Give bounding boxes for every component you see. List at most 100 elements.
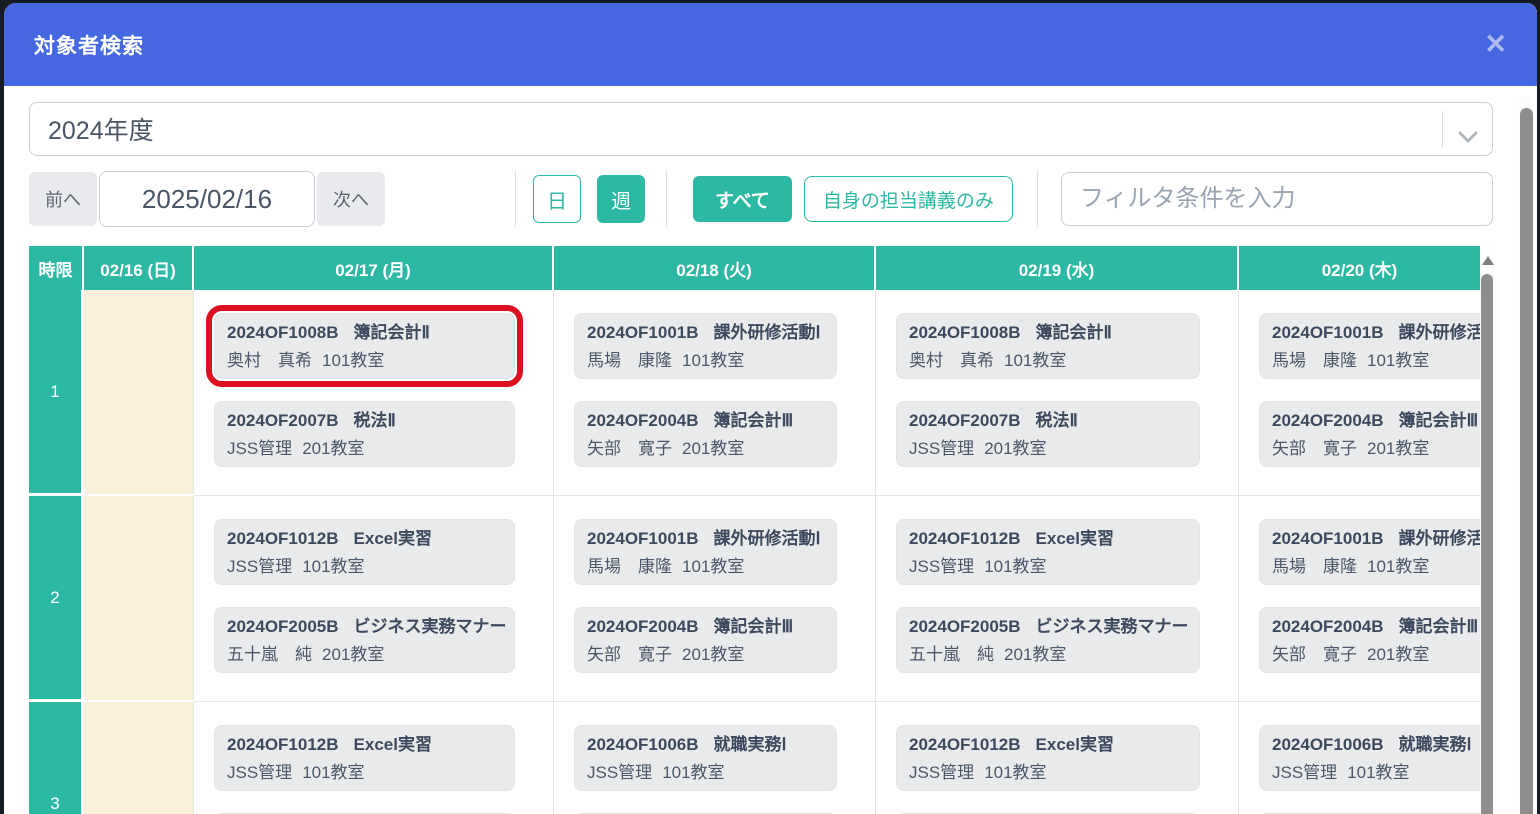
card-course-code: 2024OF1001B	[1272, 529, 1384, 548]
card-teacher: 五十嵐 純	[227, 645, 312, 664]
card-teacher: 馬場 康隆	[587, 351, 672, 370]
period-label: 2	[29, 496, 84, 702]
card-title: 2024OF2004B簿記会計Ⅲ	[587, 408, 824, 434]
schedule-row: 12024OF1008B簿記会計Ⅱ奥村 真希101教室2024OF2007B税法…	[29, 290, 1480, 496]
card-room: 101教室	[984, 557, 1046, 576]
card-course-name: 課外研修活動Ⅰ	[714, 323, 821, 342]
class-card[interactable]: 2024OF1012BExcel実習 JSS管理 101教室	[896, 519, 1200, 585]
class-card[interactable]: 2024OF1001B課外研修活動Ⅰ馬場 康隆101教室	[574, 313, 837, 379]
card-room: 101教室	[1004, 351, 1066, 370]
card-course-code: 2024OF1001B	[1272, 323, 1384, 342]
class-card[interactable]: 2024OF2004B簿記会計Ⅲ矢部 寛子201教室	[1259, 607, 1480, 673]
day-cell-thu: 2024OF1001B課外研修活動Ⅰ馬場 康隆101教室 2024OF2004B簿…	[1239, 496, 1480, 702]
card-title: 2024OF1001B課外研修活動Ⅰ	[1272, 526, 1480, 552]
modal-title: 対象者検索	[34, 30, 144, 60]
card-room: 101教室	[1367, 557, 1429, 576]
card-title: 2024OF1008B簿記会計Ⅱ	[909, 320, 1187, 346]
card-course-name: 簿記会計Ⅱ	[354, 323, 430, 342]
week-view-button[interactable]: 週	[597, 175, 645, 223]
card-course-code: 2024OF1008B	[227, 323, 339, 342]
class-card[interactable]: 2024OF1012BExcel実習JSS管理101教室	[896, 725, 1200, 791]
class-card[interactable]: 2024OF2005Bビジネス実務マナー五十嵐 純201教室	[896, 607, 1200, 673]
card-course-code: 2024OF2004B	[1272, 617, 1384, 636]
card-room: 201教室	[984, 439, 1046, 458]
year-select[interactable]: 2024年度	[29, 102, 1493, 156]
card-course-name: 税法Ⅱ	[1036, 411, 1078, 430]
class-card[interactable]: 2024OF1001B課外研修活動Ⅰ馬場 康隆101教室	[1259, 313, 1480, 379]
card-course-name: 簿記会計Ⅲ	[714, 411, 794, 430]
schedule-header-row: 時限02/16 (日)02/17 (月)02/18 (火)02/19 (水)02…	[29, 246, 1480, 290]
card-course-code: 2024OF1012B	[227, 529, 339, 548]
day-cell-sun	[84, 290, 194, 496]
day-cell-wed: 2024OF1012BExcel実習JSS管理101教室	[876, 702, 1239, 814]
modal-scrollbar-thumb[interactable]	[1520, 108, 1533, 814]
day-cell-tue: 2024OF1006B就職実務ⅠJSS管理101教室	[554, 702, 876, 814]
day-cell-mon: 2024OF1012BExcel実習JSS管理101教室 2024OF2005Bビ…	[194, 496, 554, 702]
table-scrollbar[interactable]	[1480, 248, 1495, 814]
next-button[interactable]: 次へ	[317, 172, 385, 226]
scroll-up-arrow-icon[interactable]	[1482, 256, 1494, 265]
filter-input[interactable]	[1061, 172, 1493, 226]
card-room: 101教室	[682, 557, 744, 576]
card-teacher: JSS管理	[227, 557, 292, 576]
card-title: 2024OF2005Bビジネス実務マナー	[909, 614, 1187, 640]
card-course-name: 税法Ⅱ	[354, 411, 396, 430]
card-title: 2024OF2005Bビジネス実務マナー	[227, 614, 502, 640]
card-teacher: JSS管理	[909, 439, 974, 458]
class-card[interactable]: 2024OF1012BExcel実習JSS管理101教室	[214, 725, 515, 791]
class-card[interactable]: 2024OF1001B課外研修活動Ⅰ馬場 康隆101教室	[574, 519, 837, 585]
card-course-code: 2024OF1006B	[1272, 735, 1384, 754]
card-room: 201教室	[1367, 645, 1429, 664]
card-title: 2024OF1012BExcel実習	[909, 526, 1187, 552]
table-scrollbar-thumb[interactable]	[1481, 274, 1493, 814]
class-card[interactable]: 2024OF2004B簿記会計Ⅲ矢部 寛子201教室	[574, 401, 837, 467]
card-course-name: 就職実務Ⅰ	[1399, 735, 1472, 754]
schedule-row: 22024OF1012BExcel実習JSS管理101教室2024OF2005B…	[29, 496, 1480, 702]
card-title: 2024OF1012BExcel実習	[227, 732, 502, 758]
class-card[interactable]: 2024OF1006B就職実務ⅠJSS管理101教室	[574, 725, 837, 791]
all-lectures-button[interactable]: すべて	[693, 176, 792, 222]
day-cell-mon: 2024OF1012BExcel実習JSS管理101教室	[194, 702, 554, 814]
card-title: 2024OF1001B課外研修活動Ⅰ	[587, 526, 824, 552]
column-header-tue: 02/18 (火)	[554, 246, 876, 290]
class-card[interactable]: 2024OF1001B課外研修活動Ⅰ馬場 康隆101教室	[1259, 519, 1480, 585]
modal-scrollbar[interactable]	[1519, 97, 1533, 814]
column-header-sun: 02/16 (日)	[84, 246, 194, 290]
card-title: 2024OF1006B 就職実務Ⅰ	[1272, 732, 1480, 758]
card-room: 201教室	[682, 645, 744, 664]
own-lectures-button[interactable]: 自身の担当講義のみ	[804, 176, 1013, 222]
card-detail: 馬場 康隆101教室	[1272, 554, 1480, 580]
column-header-mon: 02/17 (月)	[194, 246, 554, 290]
class-card[interactable]: 2024OF1008B簿記会計Ⅱ奥村 真希101教室	[896, 313, 1200, 379]
class-card[interactable]: 2024OF2005Bビジネス実務マナー五十嵐 純201教室	[214, 607, 515, 673]
prev-button[interactable]: 前へ	[29, 172, 97, 226]
card-detail: 馬場 康隆101教室	[587, 554, 824, 580]
class-card[interactable]: 2024OF2007B税法ⅡJSS管理201教室	[214, 401, 515, 467]
card-title: 2024OF1012BExcel実習	[227, 526, 502, 552]
card-teacher: 矢部 寛子	[587, 439, 672, 458]
close-icon[interactable]: ✕	[1484, 31, 1507, 58]
class-card[interactable]: 2024OF2004B簿記会計Ⅲ矢部 寛子201教室	[574, 607, 837, 673]
card-teacher: JSS管理	[227, 763, 292, 782]
class-card[interactable]: 2024OF2004B簿記会計Ⅲ矢部 寛子201教室	[1259, 401, 1480, 467]
date-field[interactable]: 2025/02/16	[99, 171, 315, 227]
card-detail: 矢部 寛子201教室	[1272, 436, 1480, 462]
class-card[interactable]: 2024OF1012BExcel実習JSS管理101教室	[214, 519, 515, 585]
period-label: 3	[29, 702, 84, 814]
class-card[interactable]: 2024OF1006B就職実務ⅠJSS管理101教室	[1259, 725, 1480, 791]
card-detail: 五十嵐 純201教室	[909, 642, 1187, 668]
card-room: 101教室	[984, 763, 1046, 782]
card-teacher: 奥村 真希	[227, 351, 312, 370]
day-view-button[interactable]: 日	[533, 175, 581, 223]
card-title: 2024OF1006B就職実務Ⅰ	[587, 732, 824, 758]
chevron-down-icon[interactable]	[1458, 122, 1478, 151]
card-title: 2024OF2004B簿記会計Ⅲ	[1272, 408, 1480, 434]
card-teacher: JSS管理	[227, 439, 292, 458]
card-course-code: 2024OF1012B	[909, 529, 1021, 548]
class-card[interactable]: 2024OF2007B税法ⅡJSS管理201教室	[896, 401, 1200, 467]
class-card[interactable]: 2024OF1008B簿記会計Ⅱ奥村 真希101教室	[214, 313, 515, 379]
day-cell-sun	[84, 702, 194, 814]
card-detail: JSS管理101教室	[227, 554, 502, 580]
card-course-name: ビジネス実務マナー	[1036, 617, 1189, 636]
card-teacher: JSS管理	[909, 557, 974, 576]
